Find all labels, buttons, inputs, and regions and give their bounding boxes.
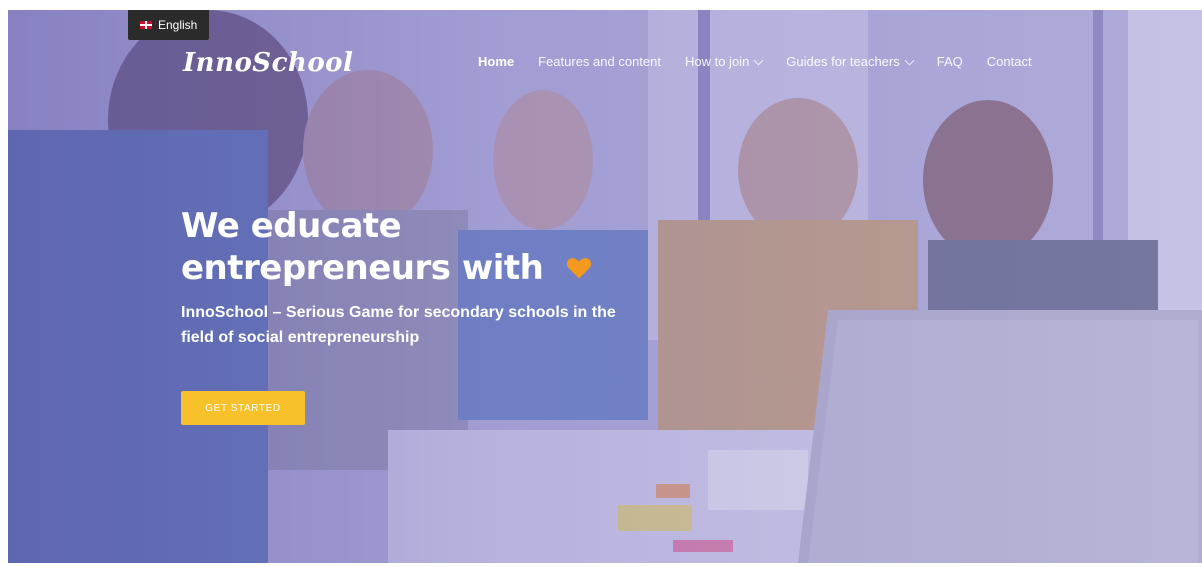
heart-icon — [566, 257, 591, 278]
get-started-button[interactable]: GET STARTED — [181, 391, 305, 425]
hero-subtitle: InnoSchool – Serious Game for secondary … — [181, 304, 616, 346]
hero-headline: We educate entrepreneurs with — [181, 205, 593, 289]
nav-item-label: Contact — [986, 54, 1032, 69]
headline-line-2: entrepreneurs with — [181, 248, 544, 288]
nav-item-how-to-join[interactable]: How to join — [684, 54, 764, 69]
nav-item-label: Features and content — [538, 54, 661, 69]
chevron-down-icon — [904, 55, 915, 65]
nav-item-label: Guides for teachers — [786, 54, 900, 69]
uk-flag-icon — [140, 21, 152, 29]
language-switcher[interactable]: English — [128, 10, 210, 40]
chevron-down-icon — [753, 55, 764, 65]
nav-item-faq[interactable]: FAQ — [937, 54, 963, 69]
nav-item-contact[interactable]: Contact — [987, 54, 1032, 69]
nav-item-label: How to join — [684, 54, 750, 69]
hero-section: English InnoSchool Home Features and con… — [8, 10, 1202, 563]
nav-item-label: FAQ — [936, 54, 963, 69]
language-label: English — [158, 18, 198, 32]
nav-item-features[interactable]: Features and content — [538, 54, 661, 69]
nav-item-home[interactable]: Home — [478, 54, 514, 69]
main-nav: Home Features and content How to join Gu… — [478, 54, 1032, 69]
headline-line-1: We educate — [181, 206, 402, 246]
site-logo[interactable]: InnoSchool — [183, 48, 353, 78]
nav-item-label: Home — [478, 54, 515, 69]
nav-item-guides-for-teachers[interactable]: Guides for teachers — [786, 54, 915, 69]
